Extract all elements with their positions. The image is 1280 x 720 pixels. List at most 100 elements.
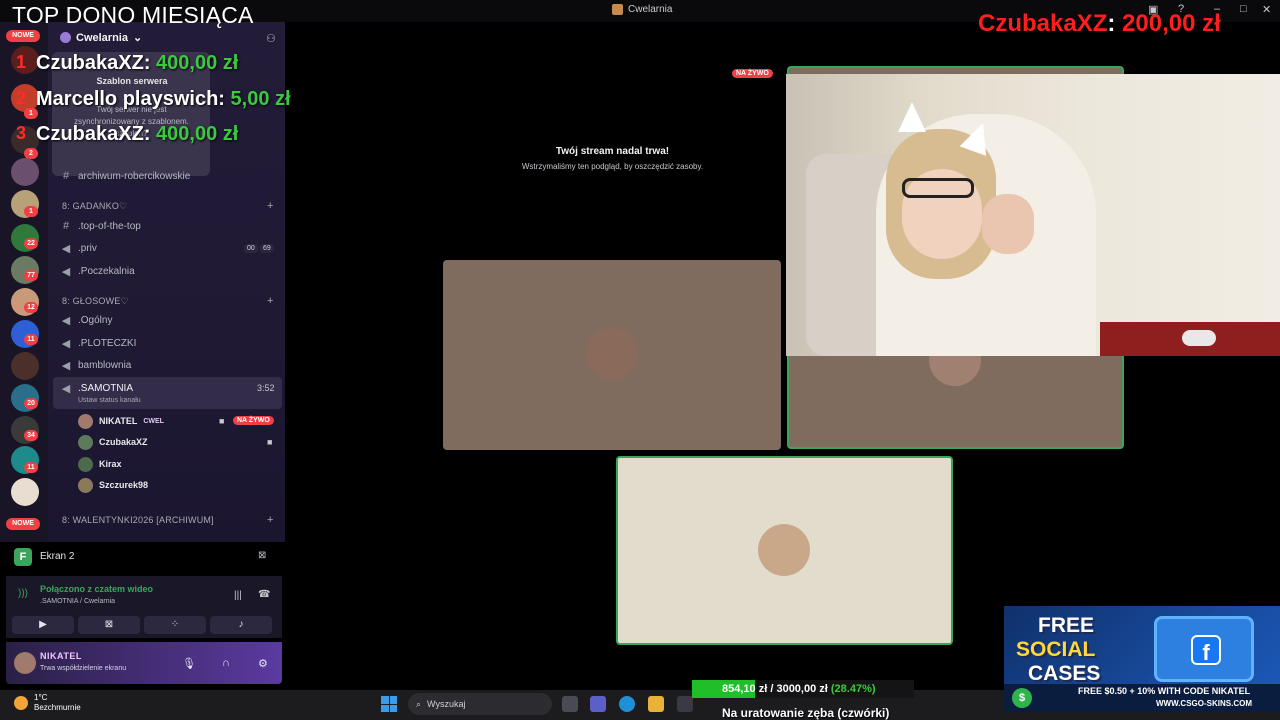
goal-caption: Na uratowanie zęba (czwórki)	[722, 706, 890, 720]
add-channel-icon[interactable]: +	[267, 514, 273, 526]
camera-icon: ■	[219, 416, 225, 426]
weather-desc: Bezchmurnie	[34, 703, 81, 712]
close-button[interactable]: ✕	[1262, 3, 1271, 16]
headphones-icon[interactable]: ∩	[222, 657, 230, 669]
category-walentynki[interactable]: 8: WALENTYNKI2026 [ARCHIWUM]	[62, 515, 214, 525]
category-glosowe[interactable]: 8: GŁOSOWE♡	[62, 296, 129, 307]
dono-amount: 5,00 zł	[230, 88, 291, 110]
weather-widget[interactable]: 1°C Bezchmurnie	[14, 693, 81, 713]
ad-site: WWW.CSGO-SKINS.COM	[1156, 699, 1252, 708]
channel-label: .Poczekalnia	[78, 265, 135, 277]
nowe-badge-top: NOWE	[6, 30, 40, 42]
screen-share-button[interactable]: ⊠	[78, 616, 140, 634]
mention-badge: 11	[24, 334, 38, 345]
window-title-text: Cwelarnia	[628, 4, 673, 15]
start-tile	[389, 704, 397, 712]
channel-ogolny[interactable]: ◀ .Ogólny	[60, 310, 113, 330]
channel-label: archiwum-robercikowskie	[78, 170, 191, 182]
mention-badge: 34	[24, 430, 38, 441]
camera-toggle-button[interactable]: ▶	[12, 616, 74, 634]
server-icon[interactable]	[11, 158, 39, 186]
screen-share-panel[interactable]: F Ekran 2 ⊠	[6, 542, 282, 572]
hash-icon: #	[62, 220, 70, 232]
server-icon[interactable]	[11, 352, 39, 380]
video-tile-speaking[interactable]	[616, 456, 953, 645]
sponsor-ad: FREE SOCIAL CASES f $ FREE $0.50 + 10% W…	[1004, 606, 1280, 712]
speaker-icon: ◀	[61, 265, 71, 278]
microphone-icon[interactable]: 🎙	[182, 657, 196, 670]
edge-icon[interactable]	[619, 696, 635, 712]
last-dono-name: CzubakaXZ	[978, 10, 1108, 37]
live-badge: NA ŻYWO	[732, 69, 773, 78]
channel-top-of-the-top[interactable]: # .top-of-the-top	[60, 216, 141, 236]
channel-duration: 3:52	[257, 383, 275, 393]
settings-gear-icon[interactable]: ⚙	[258, 657, 268, 670]
user-status: Trwa współdzielenie ekranu	[40, 665, 127, 672]
template-popup-title: Szablon serwera	[96, 76, 168, 86]
soundboard-button[interactable]: ♪	[210, 616, 272, 634]
channel-ploteczki[interactable]: ◀ .PLOTECZKI	[60, 333, 137, 353]
set-channel-status[interactable]: Ustaw status kanału	[78, 397, 141, 404]
teams-icon[interactable]	[590, 696, 606, 712]
coin-icon: $	[1012, 688, 1032, 708]
goal-current: 854,10 zł	[722, 683, 768, 695]
user-count-badge: 00	[244, 244, 258, 253]
maximize-button[interactable]: □	[1240, 3, 1247, 15]
channel-archiwum[interactable]: # archiwum-robercikowskie	[60, 166, 190, 186]
file-explorer-icon[interactable]	[648, 696, 664, 712]
user-limit-badge: 69	[260, 244, 274, 253]
dono-name: Marcello playswich	[36, 88, 219, 110]
add-channel-icon[interactable]: +	[267, 295, 273, 307]
speaker-icon: ◀	[61, 382, 71, 395]
member-name: CzubakaXZ	[99, 437, 148, 447]
channel-poczekalnia[interactable]: ◀ .Poczekalnia	[60, 261, 135, 281]
search-icon: ⌕	[416, 698, 422, 709]
channel-label: .Ogólny	[78, 314, 113, 326]
channel-label: .priv	[78, 242, 97, 254]
activities-button[interactable]: ⁘	[144, 616, 206, 634]
noise-suppression-icon[interactable]: |||	[234, 590, 242, 601]
camera-icon: ■	[267, 437, 273, 447]
speaker-icon: ◀	[61, 359, 71, 372]
top-dono-title: TOP DONO MIESIĄCA	[12, 2, 254, 28]
disconnect-icon[interactable]: ☎	[258, 589, 270, 600]
channel-priv[interactable]: ◀ .priv	[60, 238, 97, 258]
member-name: Kirax	[99, 459, 122, 469]
store-icon[interactable]	[677, 696, 693, 712]
case-box-image: f	[1154, 616, 1254, 682]
avatar[interactable]	[14, 652, 36, 674]
screen-share-label: Ekran 2	[40, 551, 75, 562]
stop-share-icon[interactable]: ⊠	[258, 550, 266, 561]
add-channel-icon[interactable]: +	[267, 200, 273, 212]
start-button[interactable]	[381, 696, 397, 712]
start-tile	[381, 696, 389, 704]
voice-member[interactable]: CzubakaXZ	[78, 433, 148, 451]
search-placeholder: Wyszukaj	[427, 699, 466, 709]
category-gadanko[interactable]: 8: GADANKO♡	[62, 201, 127, 212]
mention-badge: 11	[24, 462, 38, 473]
channel-label: .PLOTECZKI	[78, 337, 137, 349]
video-tile[interactable]	[443, 260, 781, 450]
server-header[interactable]: Cwelarnia ⌄	[60, 31, 142, 44]
last-dono: CzubakaXZ: 200,00 zł	[978, 10, 1221, 38]
dono-entry: CzubakaXZ: 400,00 zł	[36, 52, 239, 74]
channel-bamblownia[interactable]: ◀ bamblownia	[60, 355, 132, 375]
channel-samotnia[interactable]: ◀ .SAMOTNIA	[60, 378, 133, 398]
taskbar-search[interactable]: ⌕ Wyszukaj	[408, 693, 552, 715]
hash-icon: #	[62, 170, 70, 182]
add-member-icon[interactable]: ⚇	[266, 32, 276, 45]
goal-text: 854,10 zł / 3000,00 zł (28.47%)	[722, 683, 876, 695]
speaker-icon: ◀	[61, 242, 71, 255]
voice-location[interactable]: .SAMOTNIA / Cwelarnia	[40, 598, 115, 605]
voice-member[interactable]: Szczurek98	[78, 476, 148, 494]
server-icon[interactable]	[11, 478, 39, 506]
signal-icon: )))	[18, 588, 28, 599]
avatar	[586, 328, 638, 380]
voice-member[interactable]: NIKATEL CWEL	[78, 412, 164, 430]
voice-member[interactable]: Kirax	[78, 455, 122, 473]
mouse	[1182, 330, 1216, 346]
goal-percent: (28.47%)	[830, 683, 876, 695]
member-name: NIKATEL	[99, 416, 138, 426]
speaker-icon: ◀	[61, 314, 71, 327]
task-view-icon[interactable]	[562, 696, 578, 712]
